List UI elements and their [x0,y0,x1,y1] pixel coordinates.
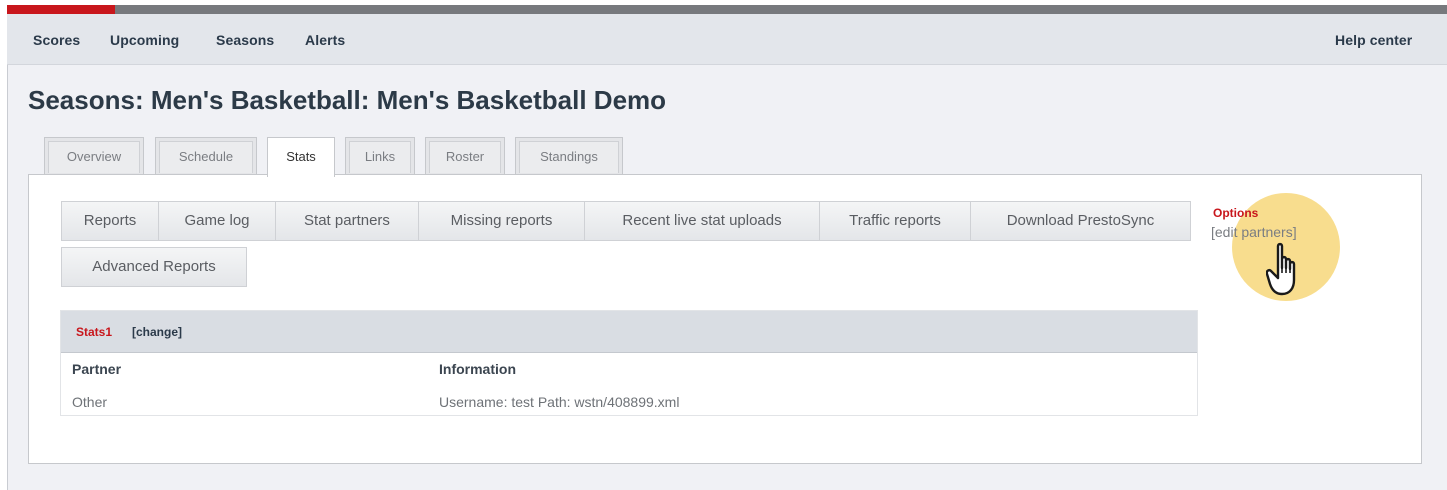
tab-roster[interactable]: Roster [425,137,505,175]
subtab-game-log[interactable]: Game log [158,201,276,241]
edit-partners-bracket-close: ] [1292,224,1297,240]
change-link[interactable]: [change] [132,325,182,339]
column-header-partner: Partner [72,361,122,377]
nav-scores[interactable]: Scores [33,32,80,48]
table-cell-information: Username: test Path: wstn/408899.xml [439,394,680,410]
table-cell-partner: Other [72,394,108,410]
table-header-bar: Stats1 [change] [61,311,1197,353]
tab-roster-label: Roster [429,141,501,173]
tab-links[interactable]: Links [345,137,415,175]
nav-alerts[interactable]: Alerts [305,32,345,48]
stat-partners-table: Stats1 [change] Partner Information Othe… [60,310,1198,416]
subtab-download-prestosync[interactable]: Download PrestoSync [970,201,1191,241]
tab-stats[interactable]: Stats [267,137,335,177]
tab-links-label: Links [349,141,411,173]
nav-help-center[interactable]: Help center [1335,32,1412,48]
tab-schedule-label: Schedule [159,141,253,173]
edit-partners-link[interactable]: [edit partners] [1211,224,1297,240]
nav-upcoming[interactable]: Upcoming [110,32,179,48]
tab-standings-label: Standings [519,141,619,173]
tab-schedule[interactable]: Schedule [155,137,257,175]
options-title: Options [1213,206,1259,220]
page-title: Seasons: Men's Basketball: Men's Basketb… [28,85,667,115]
nav-seasons[interactable]: Seasons [216,32,274,48]
loading-progress-fill [7,5,115,14]
stat-config-name: Stats1 [76,325,113,339]
subtab-reports[interactable]: Reports [61,201,159,241]
loading-progress-bar [7,5,1447,14]
column-header-information: Information [439,361,516,377]
subtab-missing-reports[interactable]: Missing reports [418,201,585,241]
tab-overview-label: Overview [48,141,140,173]
hand-pointer-icon [1266,242,1296,296]
edit-partners-text: edit partners [1214,224,1293,240]
tab-overview[interactable]: Overview [44,137,144,175]
subtab-stat-partners[interactable]: Stat partners [275,201,419,241]
tab-standings[interactable]: Standings [515,137,623,175]
subtab-recent-live-stat-uploads[interactable]: Recent live stat uploads [584,201,820,241]
subtab-traffic-reports[interactable]: Traffic reports [819,201,971,241]
subtab-advanced-reports[interactable]: Advanced Reports [61,247,247,287]
top-navigation-bar: Scores Upcoming Seasons Alerts Help cent… [7,14,1447,65]
tab-stats-label: Stats [271,141,331,173]
